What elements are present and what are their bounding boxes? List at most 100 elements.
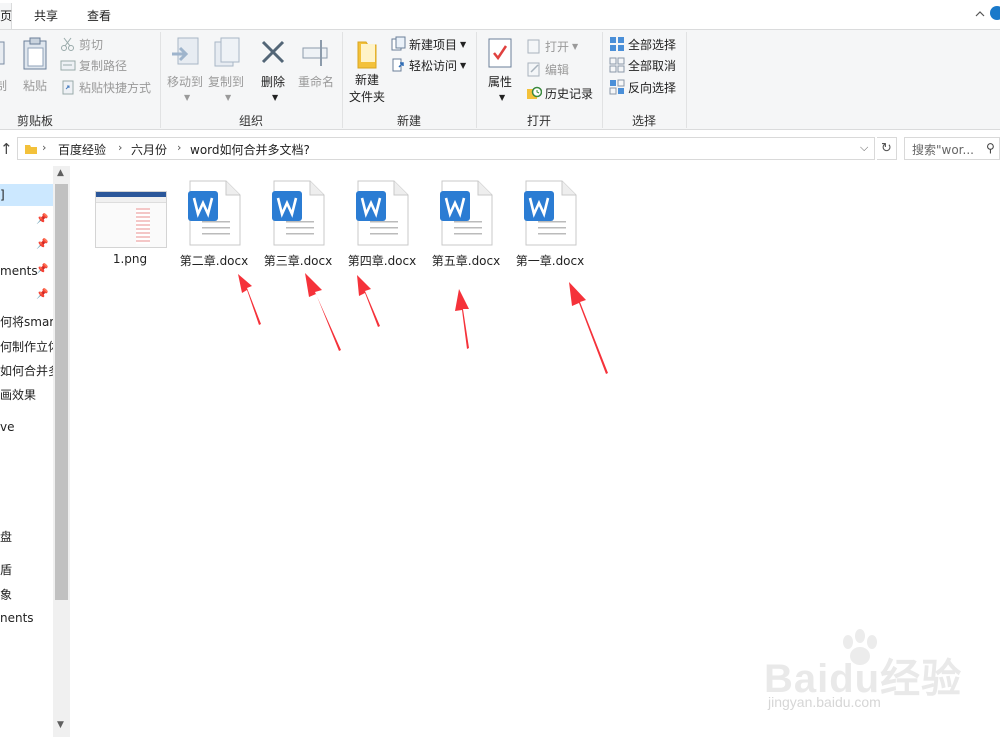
pin-icon[interactable]: 📌 (36, 289, 48, 300)
rename-button[interactable]: 重命名 (294, 34, 338, 98)
nav-item-disk[interactable]: 盘 (0, 528, 12, 545)
chevron-down-icon: ▼ (272, 93, 279, 102)
image-thumbnail (95, 191, 167, 248)
folder-icon (357, 41, 377, 69)
pin-icon[interactable]: 📌 (36, 239, 48, 250)
red-arrow-icon (455, 289, 469, 349)
group-label-new: 新建 (396, 114, 421, 128)
file-item-docx[interactable]: 第二章.docx (174, 176, 254, 276)
paste-shortcut-button[interactable]: 粘贴快捷方式 (60, 77, 151, 97)
tab-home[interactable]: 页 (0, 3, 12, 29)
address-row: ↑ › 百度经验 › 六月份 › word如何合并多文档? ⌵ ↻ 搜索"wor… (0, 131, 1000, 166)
red-arrow-icon (305, 273, 341, 351)
group-label-select: 选择 (631, 114, 656, 128)
properties-icon (488, 38, 512, 68)
baidu-watermark: Baidu经验 jingyan.baidu.com (754, 629, 994, 718)
move-to-icon (172, 37, 199, 65)
nav-item-folder-merge[interactable]: 如何合并多 (0, 362, 60, 379)
delete-x-icon (261, 40, 285, 64)
group-label-open: 打开 (526, 114, 551, 128)
clipboard-icon (23, 37, 47, 70)
nav-item-folder-effect[interactable]: 画效果 (0, 386, 36, 403)
select-all-icon (609, 36, 625, 52)
folder-icon (25, 145, 37, 154)
file-item-png[interactable]: 1.png (90, 176, 170, 276)
scissors-icon (60, 36, 76, 52)
file-item-docx[interactable]: 第四章.docx (342, 176, 422, 276)
pin-icon[interactable]: 📌 (36, 264, 48, 275)
edit-button[interactable]: 编辑 (526, 59, 569, 79)
group-label-organize: 组织 (238, 114, 263, 128)
up-arrow-icon[interactable]: ↑ (0, 140, 13, 158)
help-icon[interactable] (990, 6, 1000, 20)
chevron-down-icon[interactable]: ⌵ (860, 141, 868, 155)
easy-access-button[interactable]: 轻松访问 ▼ (390, 55, 466, 75)
file-item-docx[interactable]: 第一章.docx (510, 176, 590, 276)
rename-icon (302, 40, 328, 66)
delete-button[interactable]: 删除 ▼ (256, 34, 290, 102)
new-item-button[interactable]: 新建项目 ▼ (390, 34, 466, 54)
select-none-icon (609, 57, 625, 73)
select-none-button[interactable]: 全部取消 (609, 55, 676, 75)
nav-item-documents[interactable]: ments (0, 264, 38, 278)
open-button[interactable]: 打开 ▼ (526, 36, 578, 56)
breadcrumb-current-folder[interactable]: word如何合并多文档? (190, 141, 310, 158)
search-icon[interactable]: ⚲ (986, 141, 995, 155)
chevron-up-icon[interactable] (975, 9, 985, 19)
easy-access-icon (390, 57, 406, 73)
new-folder-button[interactable]: 新建 文件夹 (346, 34, 388, 106)
pin-icon[interactable]: 📌 (36, 214, 48, 225)
red-arrow-icon (238, 274, 261, 325)
select-all-button[interactable]: 全部选择 (609, 34, 676, 54)
nav-item-shield[interactable]: 盾 (0, 561, 12, 578)
scroll-up-icon[interactable]: ▲ (57, 168, 64, 178)
copy-to-button[interactable]: 复制到 ▼ (206, 34, 246, 102)
nav-scrollbar[interactable]: ▲ ▼ (53, 166, 70, 737)
tab-view[interactable]: 查看 (87, 7, 111, 24)
history-icon (526, 85, 543, 101)
tab-share[interactable]: 共享 (34, 7, 58, 24)
word-document-icon (272, 180, 325, 246)
copy-icon (0, 41, 5, 65)
chevron-right-icon[interactable]: › (118, 141, 122, 154)
copy-button-partial[interactable]: 制 (0, 38, 8, 98)
search-input[interactable]: 搜索"wor... ⚲ (904, 137, 1000, 160)
breadcrumb-baidu[interactable]: 百度经验 (58, 141, 106, 158)
red-arrow-icon (357, 275, 380, 327)
nav-item-image[interactable]: 象 (0, 586, 12, 603)
word-document-icon (524, 180, 577, 246)
chevron-down-icon: ▼ (572, 41, 579, 51)
chevron-right-icon[interactable]: › (177, 141, 181, 154)
address-bar[interactable]: › 百度经验 › 六月份 › word如何合并多文档? ⌵ (17, 137, 875, 160)
chevron-down-icon: ▼ (460, 60, 467, 70)
scroll-down-icon[interactable]: ▼ (57, 720, 64, 730)
move-to-button[interactable]: 移动到 ▼ (165, 34, 205, 102)
nav-item-documents-2[interactable]: nents (0, 611, 34, 625)
history-button[interactable]: 历史记录 (526, 83, 593, 103)
group-separator (686, 32, 687, 128)
file-item-docx[interactable]: 第五章.docx (426, 176, 506, 276)
paste-button[interactable]: 粘贴 (20, 34, 50, 98)
ribbon: 制 粘贴 剪切 复制路径 粘贴快捷方式 剪贴板 移动到 ▼ 复制到 ▼ 删除 ▼… (0, 29, 1000, 130)
nav-item-folder-3d[interactable]: 何制作立体 (0, 338, 60, 355)
breadcrumb-june[interactable]: 六月份 (131, 141, 167, 158)
new-item-icon (390, 36, 406, 52)
scrollbar-thumb[interactable] (55, 184, 68, 600)
chevron-down-icon: ▼ (184, 93, 191, 102)
file-item-docx[interactable]: 第三章.docx (258, 176, 338, 276)
copy-path-button[interactable]: 复制路径 (60, 55, 127, 75)
chevron-down-icon: ▼ (460, 39, 467, 49)
properties-button[interactable]: 属性 ▼ (481, 34, 519, 106)
paste-shortcut-icon (60, 79, 76, 95)
group-label-clipboard: 剪贴板 (16, 114, 53, 128)
nav-item-selected[interactable]: ] (0, 188, 5, 202)
nav-item-folder-smart[interactable]: 何将smar (0, 313, 54, 330)
invert-selection-button[interactable]: 反向选择 (609, 77, 676, 97)
navigation-pane: ] 📌 📌 ments 📌 📌 何将smar 何制作立体 如何合并多 画效果 v… (0, 166, 70, 737)
chevron-right-icon[interactable]: › (42, 141, 46, 154)
word-document-icon (440, 180, 493, 246)
cut-button[interactable]: 剪切 (60, 34, 103, 54)
nav-item-onedrive[interactable]: ve (0, 420, 14, 434)
copy-path-icon (60, 57, 76, 73)
refresh-icon[interactable]: ↻ (877, 137, 897, 160)
